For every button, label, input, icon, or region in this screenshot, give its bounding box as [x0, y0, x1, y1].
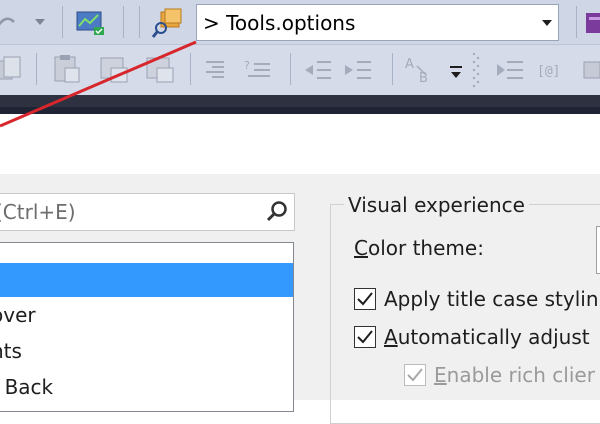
- copy-icon[interactable]: [0, 53, 26, 87]
- toolbar-separator: [392, 53, 393, 85]
- toolbar-separator: [139, 6, 140, 38]
- options-dialog: (Ctrl+E) t over nts - Back Visual experi…: [0, 174, 600, 424]
- tree-item[interactable]: t: [0, 243, 293, 263]
- toolbar-separator: [190, 53, 191, 85]
- tree-item-selected[interactable]: [0, 263, 293, 297]
- options-tree[interactable]: t over nts - Back: [0, 242, 294, 412]
- toolbar-separator: [290, 53, 291, 85]
- secondary-toolbar: ? AB [@]: [0, 45, 600, 95]
- redo-icon[interactable]: [0, 10, 18, 34]
- toolbar-separator: [62, 6, 63, 38]
- dropdown-arrow-icon[interactable]: [32, 14, 48, 30]
- command-box[interactable]: > Tools.options: [196, 4, 559, 41]
- copy-format-icon[interactable]: [96, 53, 132, 87]
- chart-image-icon[interactable]: [72, 8, 108, 38]
- svg-text:[@]: [@]: [537, 64, 560, 79]
- toolbar-separator: [36, 53, 37, 85]
- document-tab-strip: [0, 95, 600, 114]
- filter-icon[interactable]: [494, 55, 526, 85]
- rich-client-checkbox[interactable]: [404, 364, 426, 386]
- auto-adjust-checkbox[interactable]: [354, 326, 376, 348]
- sort-az-icon[interactable]: AB: [402, 53, 440, 87]
- more-dropdown-icon[interactable]: [448, 63, 464, 83]
- apply-title-case-label: Apply title case stylin: [384, 287, 599, 311]
- toolbar-separator: [123, 6, 124, 38]
- paste-icon[interactable]: [48, 53, 84, 87]
- solution-icon[interactable]: [584, 9, 600, 37]
- svg-text:?: ?: [244, 59, 250, 72]
- color-theme-label: Color theme:: [354, 236, 484, 260]
- find-in-files-icon[interactable]: [150, 7, 186, 39]
- visual-experience-title: Visual experience: [344, 193, 529, 217]
- rich-client-label: Enable rich clier: [434, 363, 595, 387]
- search-input[interactable]: (Ctrl+E): [0, 200, 260, 224]
- auto-adjust-label: Automatically adjust: [384, 325, 590, 349]
- combo-dropdown-arrow-icon[interactable]: [536, 19, 558, 27]
- rich-client-checkbox-row[interactable]: Enable rich clier: [404, 360, 595, 390]
- main-toolbar: > Tools.options: [0, 0, 600, 45]
- tree-item[interactable]: over: [0, 297, 293, 333]
- copy-format-2-icon[interactable]: [142, 53, 178, 87]
- color-theme-select[interactable]: [596, 226, 600, 274]
- editor-area: [0, 114, 600, 174]
- list-indent-icon[interactable]: ?: [240, 55, 274, 85]
- command-input[interactable]: > Tools.options: [197, 11, 536, 35]
- apply-title-case-checkbox-row[interactable]: Apply title case stylin: [354, 284, 599, 314]
- options-search-box[interactable]: (Ctrl+E): [0, 193, 295, 231]
- toolbar-separator: [576, 6, 577, 38]
- watch-icon[interactable]: [@]: [536, 55, 570, 85]
- tree-item[interactable]: nts: [0, 333, 293, 369]
- apply-title-case-checkbox[interactable]: [354, 288, 376, 310]
- align-left-icon[interactable]: [200, 55, 230, 85]
- decrease-indent-icon[interactable]: [302, 55, 334, 85]
- auto-adjust-checkbox-row[interactable]: Automatically adjust: [354, 322, 590, 352]
- dotted-grip-icon[interactable]: [470, 49, 482, 91]
- increase-indent-icon[interactable]: [342, 55, 374, 85]
- search-icon[interactable]: [260, 200, 294, 224]
- extra-icon[interactable]: [580, 57, 600, 83]
- svg-text:A: A: [405, 57, 414, 72]
